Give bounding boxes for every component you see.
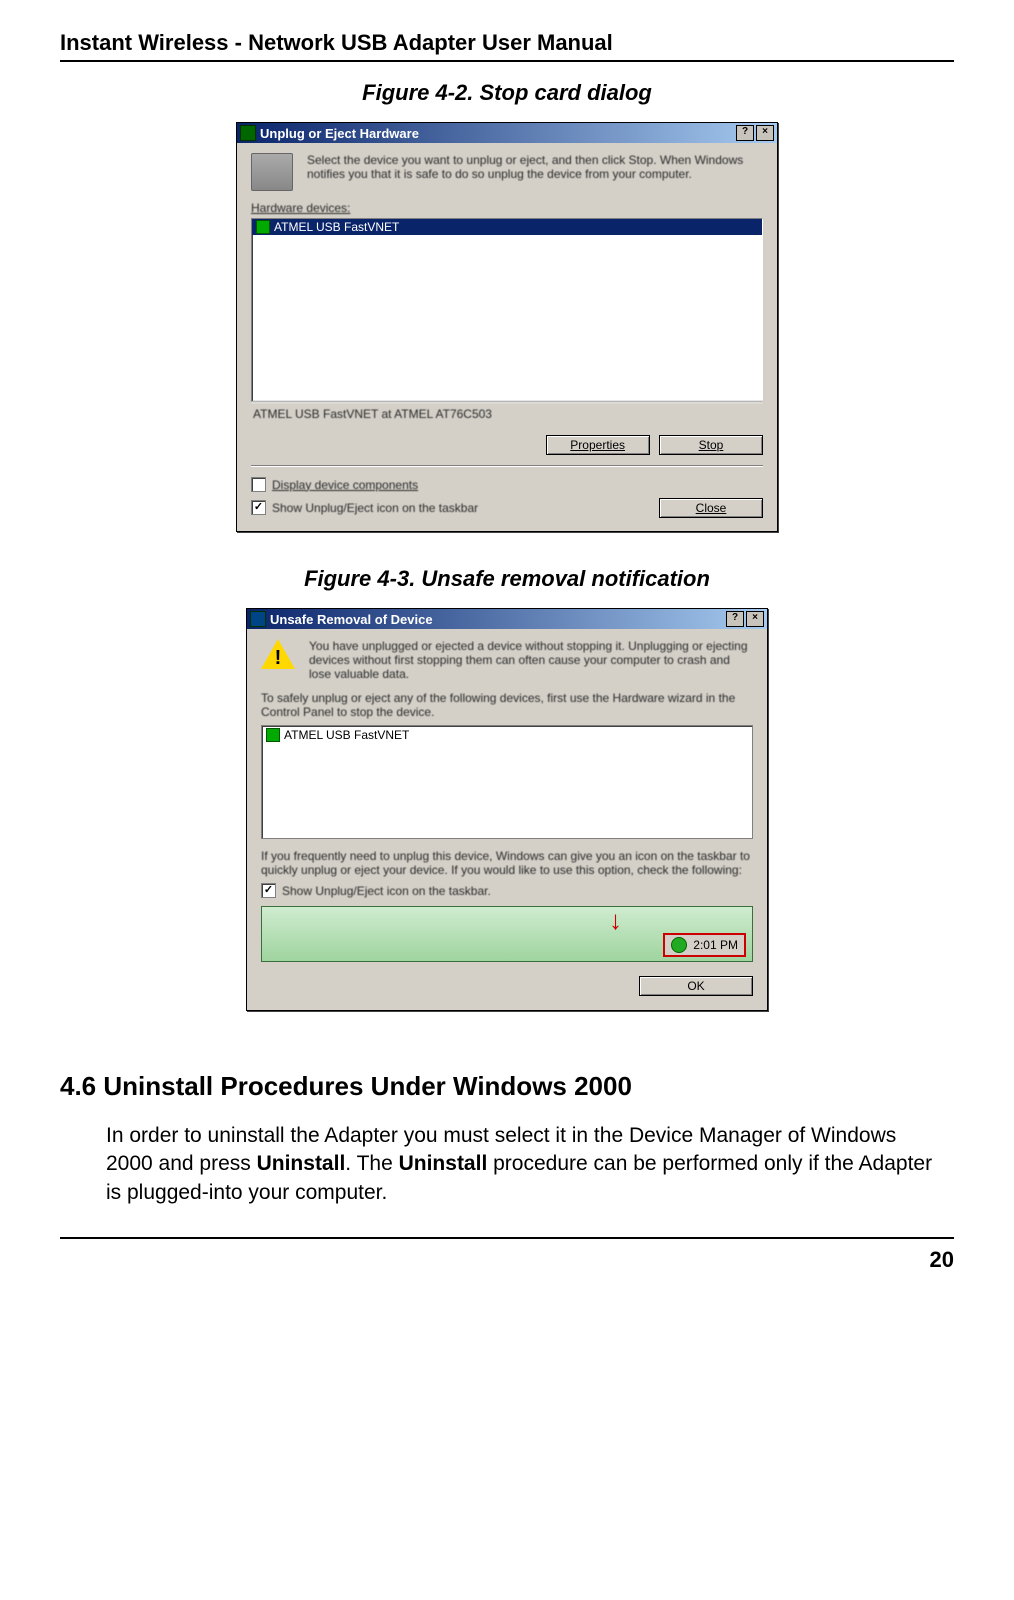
dialog1-help-button[interactable]: ? [736, 125, 754, 141]
unsafe-removal-dialog: Unsafe Removal of Device ? × You have un… [246, 608, 768, 1011]
ok-button[interactable]: OK [639, 976, 753, 996]
section-4-6-title: 4.6 Uninstall Procedures Under Windows 2… [60, 1071, 954, 1102]
figure-4-3-wrap: Unsafe Removal of Device ? × You have un… [60, 608, 954, 1011]
dialog2-frequent-text: If you frequently need to unplug this de… [261, 849, 753, 877]
dialog2-titlebar: Unsafe Removal of Device ? × [247, 609, 767, 629]
unplug-eject-dialog: Unplug or Eject Hardware ? × Select the … [236, 122, 778, 532]
header-rule [60, 60, 954, 62]
properties-button[interactable]: Properties [546, 435, 650, 455]
page-header-title: Instant Wireless - Network USB Adapter U… [60, 30, 954, 56]
dialog1-status-text: ATMEL USB FastVNET at ATMEL AT76C503 [251, 402, 763, 429]
dialog2-instruction-text: To safely unplug or eject any of the fol… [261, 691, 753, 719]
document-page: Instant Wireless - Network USB Adapter U… [0, 0, 1014, 1303]
hardware-devices-label: Hardware devices: [251, 201, 763, 215]
dialog2-close-button[interactable]: × [746, 611, 764, 627]
page-number: 20 [60, 1247, 954, 1273]
device-icon [256, 220, 270, 234]
unplug-graphic-icon [251, 153, 293, 191]
tray-eject-icon [671, 937, 687, 953]
tray-time: 2:01 PM [693, 938, 738, 952]
dialog1-title: Unplug or Eject Hardware [260, 126, 419, 141]
show-icon-label: Show Unplug/Eject icon on the taskbar [272, 501, 478, 515]
display-components-checkbox[interactable] [251, 477, 266, 492]
dialog2-device-listbox[interactable]: ATMEL USB FastVNET [261, 725, 753, 839]
stop-button[interactable]: Stop [659, 435, 763, 455]
figure-4-2-caption: Figure 4-2. Stop card dialog [60, 80, 954, 106]
figure-4-2-wrap: Unplug or Eject Hardware ? × Select the … [60, 122, 954, 532]
info-icon [250, 611, 266, 627]
footer-rule [60, 1237, 954, 1239]
dialog2-list-item: ATMEL USB FastVNET [284, 728, 409, 742]
figure-4-3-caption: Figure 4-3. Unsafe removal notification [60, 566, 954, 592]
dialog2-help-button[interactable]: ? [726, 611, 744, 627]
red-arrow-icon: ↓ [609, 905, 622, 936]
display-components-label: Display device components [272, 478, 418, 492]
dialog2-show-icon-label: Show Unplug/Eject icon on the taskbar. [282, 884, 491, 898]
section-4-6-paragraph: In order to uninstall the Adapter you mu… [106, 1122, 944, 1207]
system-tray-highlight: 2:01 PM [663, 933, 746, 957]
list-item-label: ATMEL USB FastVNET [274, 220, 399, 234]
dialog2-title: Unsafe Removal of Device [270, 612, 433, 627]
dialog2-show-icon-checkbox[interactable] [261, 883, 276, 898]
warning-icon [261, 639, 295, 673]
show-icon-checkbox[interactable] [251, 500, 266, 515]
hardware-icon [240, 125, 256, 141]
list-item-atmel[interactable]: ATMEL USB FastVNET [252, 219, 762, 235]
dialog2-warning-text: You have unplugged or ejected a device w… [309, 639, 753, 681]
dialog1-close-button[interactable]: × [756, 125, 774, 141]
close-button[interactable]: Close [659, 498, 763, 518]
hardware-devices-listbox[interactable]: ATMEL USB FastVNET [251, 218, 763, 402]
dialog1-titlebar: Unplug or Eject Hardware ? × [237, 123, 777, 143]
device-icon [266, 728, 280, 742]
taskbar-illustration: ↓ 2:01 PM [261, 906, 753, 962]
dialog1-intro-text: Select the device you want to unplug or … [307, 153, 763, 181]
dialog1-separator [251, 465, 763, 467]
